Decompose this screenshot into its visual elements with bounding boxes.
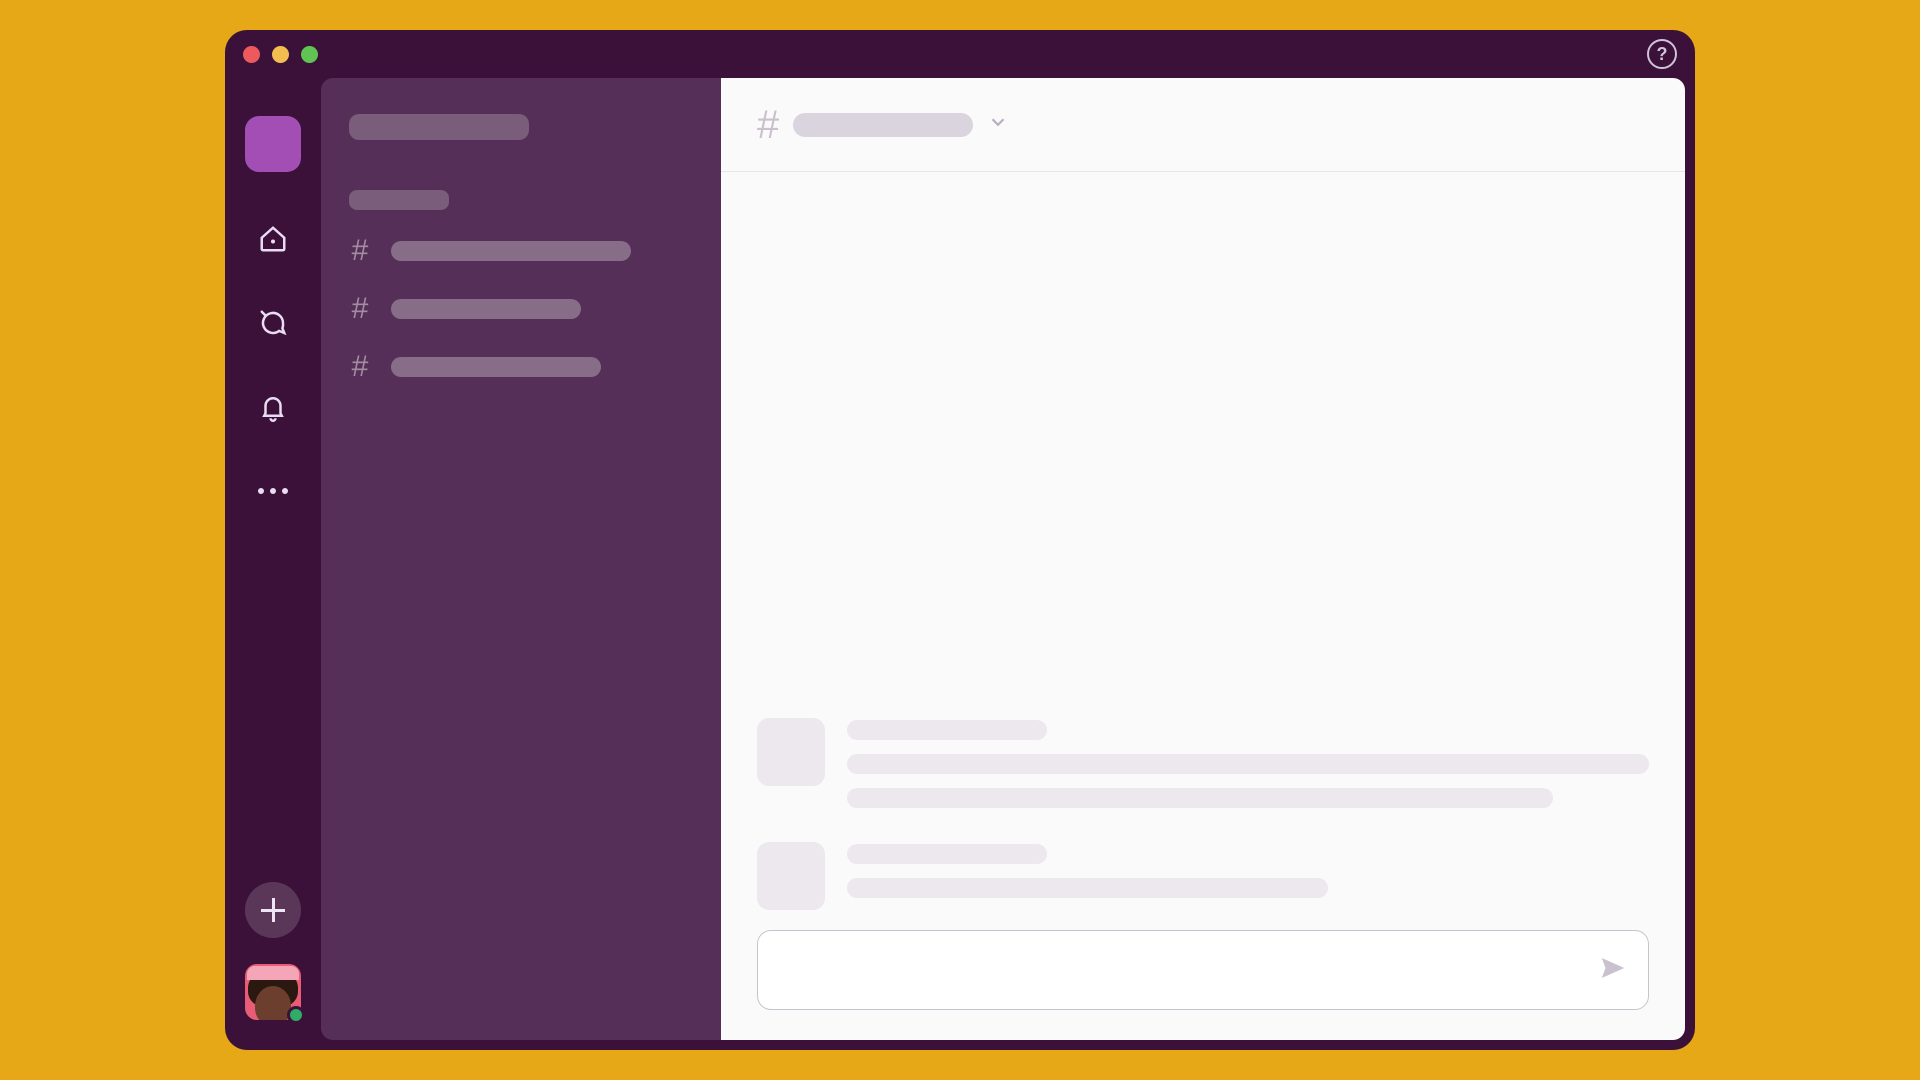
channel-name — [391, 357, 601, 377]
message-item — [757, 842, 1649, 910]
close-window-button[interactable] — [243, 46, 260, 63]
minimize-window-button[interactable] — [272, 46, 289, 63]
channel-item[interactable]: # — [349, 294, 693, 324]
channel-header[interactable]: # — [721, 78, 1685, 172]
hash-icon: # — [757, 105, 779, 145]
hash-icon: # — [349, 352, 371, 382]
hash-icon: # — [349, 294, 371, 324]
user-avatar[interactable] — [245, 964, 301, 1020]
message-composer[interactable] — [757, 930, 1649, 1010]
help-button[interactable]: ? — [1647, 39, 1677, 69]
message-text-line — [847, 878, 1328, 898]
nav-rail — [225, 78, 321, 1040]
message-author — [847, 720, 1047, 740]
presence-indicator-icon — [287, 1006, 305, 1024]
main-content: # — [721, 78, 1685, 1040]
hash-icon: # — [349, 236, 371, 266]
titlebar: ? — [225, 30, 1695, 78]
channel-name — [391, 241, 631, 261]
message-list — [721, 172, 1685, 920]
home-icon[interactable] — [256, 222, 290, 256]
window-controls — [243, 46, 318, 63]
zoom-window-button[interactable] — [301, 46, 318, 63]
channel-sidebar: # # # — [321, 78, 721, 1040]
workspace-switcher[interactable] — [245, 116, 301, 172]
sidebar-section-label[interactable] — [349, 190, 449, 210]
message-author — [847, 844, 1047, 864]
activity-icon[interactable] — [256, 390, 290, 424]
message-text-line — [847, 754, 1649, 774]
channel-item[interactable]: # — [349, 352, 693, 382]
message-text-line — [847, 788, 1553, 808]
message-item — [757, 718, 1649, 808]
channel-name — [391, 299, 581, 319]
dms-icon[interactable] — [256, 306, 290, 340]
message-avatar[interactable] — [757, 718, 825, 786]
channel-item[interactable]: # — [349, 236, 693, 266]
compose-button[interactable] — [245, 882, 301, 938]
send-button[interactable] — [1598, 953, 1628, 988]
chevron-down-icon — [987, 111, 1009, 138]
more-icon[interactable] — [256, 474, 290, 508]
channel-title — [793, 113, 973, 137]
help-icon: ? — [1657, 44, 1668, 65]
workspace-name[interactable] — [349, 114, 529, 140]
message-avatar[interactable] — [757, 842, 825, 910]
app-window: ? — [225, 30, 1695, 1050]
